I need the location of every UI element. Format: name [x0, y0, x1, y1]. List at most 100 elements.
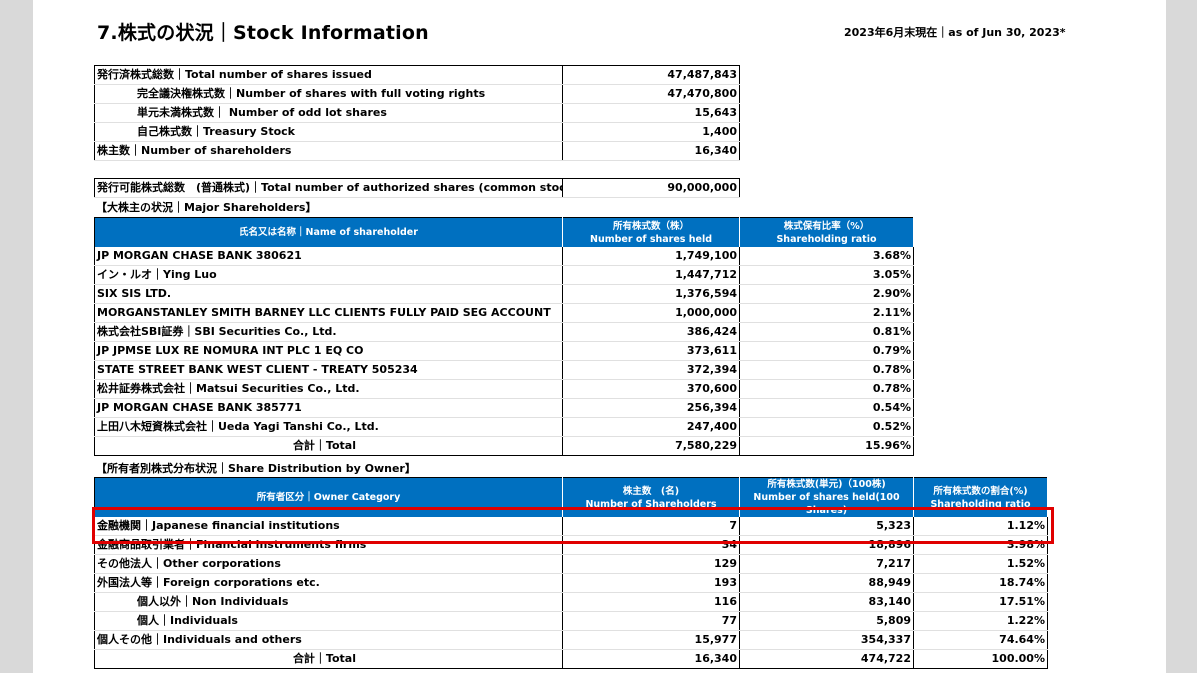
distribution-total-ratio: 100.00%: [991, 652, 1045, 665]
shareholder-name: 上田八木短資株式会社｜Ueda Yagi Tanshi Co., Ltd.: [94, 417, 563, 437]
shareholder-ratio: 0.81%: [739, 322, 914, 342]
owner-category: 外国法人等｜Foreign corporations etc.: [94, 573, 563, 593]
shareholder-ratio: 3.68%: [739, 247, 914, 266]
major-header-name: 氏名又は名称｜Name of shareholder: [94, 217, 563, 247]
shareholder-name: JP MORGAN CHASE BANK 380621: [94, 247, 563, 266]
document-page: 7.株式の状況｜Stock Information 2023年6月末現在｜as …: [33, 0, 1166, 673]
owner-units: 88,949: [739, 573, 914, 593]
shares-row: 株主数｜Number of shareholders 16,340: [94, 141, 740, 161]
shareholder-name: イン・ルオ｜Ying Luo: [94, 265, 563, 285]
authorized-table: 発行可能株式総数 (普通株式)｜Total number of authoriz…: [94, 178, 740, 198]
table-row: 個人｜Individuals 77 5,809 1.22%: [94, 611, 1048, 631]
owner-category: 個人｜Individuals: [94, 611, 563, 631]
page-title: 7.株式の状況｜Stock Information: [97, 22, 429, 44]
table-row: JP JPMSE LUX RE NOMURA INT PLC 1 EQ CO 37…: [94, 341, 914, 361]
table-row: その他法人｜Other corporations 129 7,217 1.52%: [94, 554, 1048, 574]
shareholder-name: 松井証券株式会社｜Matsui Securities Co., Ltd.: [94, 379, 563, 399]
shareholder-name: MORGANSTANLEY SMITH BARNEY LLC CLIENTS F…: [94, 303, 563, 323]
shares-value: 47,487,843: [562, 65, 740, 85]
shareholder-name: JP JPMSE LUX RE NOMURA INT PLC 1 EQ CO: [94, 341, 563, 361]
table-row: 株式会社SBI証券｜SBI Securities Co., Ltd. 386,42…: [94, 322, 914, 342]
header-text: 所有株式数の割合(%): [933, 485, 1028, 497]
shareholder-ratio: 0.79%: [739, 341, 914, 361]
distribution-section-title: 【所有者別株式分布状況｜Share Distribution by Owner】: [96, 462, 416, 475]
owner-holders: 116: [562, 592, 740, 612]
owner-holders: 77: [562, 611, 740, 631]
major-total-label: 合計｜Total: [94, 436, 563, 456]
shares-row: 自己株式数｜Treasury Stock 1,400: [94, 122, 740, 142]
major-total-row: 合計｜Total 7,580,229 15.96%: [94, 436, 914, 456]
major-total-ratio: 15.96%: [865, 439, 911, 452]
table-row: イン・ルオ｜Ying Luo 1,447,712 3.05%: [94, 265, 914, 285]
major-header-row: 氏名又は名称｜Name of shareholder 所有株式数（株） Numbe…: [94, 217, 914, 247]
header-text: Number of shares held: [590, 233, 712, 245]
owner-category: その他法人｜Other corporations: [94, 554, 563, 574]
major-header-ratio: 株式保有比率（%） Shareholding ratio: [739, 217, 914, 247]
shares-label: 発行済株式総数｜Total number of shares issued: [94, 65, 563, 85]
as-of-date: 2023年6月末現在｜as of Jun 30, 2023*: [844, 26, 1066, 39]
owner-ratio: 18.74%: [913, 573, 1048, 593]
header-text: 株式保有比率（%）: [783, 220, 870, 232]
table-row: 上田八木短資株式会社｜Ueda Yagi Tanshi Co., Ltd. 247…: [94, 417, 914, 437]
shares-row: 完全議決権株式数｜Number of shares with full voti…: [94, 84, 740, 104]
header-text: Shareholding ratio: [776, 233, 877, 245]
distribution-total-label: 合計｜Total: [94, 649, 563, 669]
distribution-table: 所有者区分｜Owner Category 株主数 (名) Number of Sh…: [94, 477, 1048, 669]
table-row: JP MORGAN CHASE BANK 385771 256,394 0.54%: [94, 398, 914, 418]
distribution-total-holders: 16,340: [562, 649, 740, 669]
shareholder-shares: 1,376,594: [562, 284, 740, 304]
owner-category: 個人以外｜Non Individuals: [94, 592, 563, 612]
shareholder-shares: 370,600: [562, 379, 740, 399]
shares-row: 単元未満株式数｜ Number of odd lot shares 15,643: [94, 103, 740, 123]
owner-units: 5,809: [739, 611, 914, 631]
shareholder-shares: 247,400: [562, 417, 740, 437]
table-row: 個人以外｜Non Individuals 116 83,140 17.51%: [94, 592, 1048, 612]
header-text: 株主数 (名): [622, 485, 680, 497]
shareholder-shares: 386,424: [562, 322, 740, 342]
table-row: 松井証券株式会社｜Matsui Securities Co., Ltd. 370,…: [94, 379, 914, 399]
table-row: 外国法人等｜Foreign corporations etc. 193 88,949…: [94, 573, 1048, 593]
distribution-total-row: 合計｜Total 16,340 474,722 100.00%: [94, 649, 1048, 669]
owner-holders: 129: [562, 554, 740, 574]
owner-units: 7,217: [739, 554, 914, 574]
major-shareholders-table: 氏名又は名称｜Name of shareholder 所有株式数（株） Numbe…: [94, 217, 914, 456]
header-text: 所有株式数(単元)（100株): [767, 479, 886, 490]
authorized-row: 発行可能株式総数 (普通株式)｜Total number of authoriz…: [94, 178, 740, 198]
owner-ratio: 17.51%: [913, 592, 1048, 612]
shareholder-ratio: 0.78%: [739, 379, 914, 399]
shareholder-shares: 372,394: [562, 360, 740, 380]
shareholder-shares: 373,611: [562, 341, 740, 361]
shares-label: 完全議決権株式数｜Number of shares with full voti…: [94, 84, 563, 104]
shareholder-shares: 1,749,100: [562, 247, 740, 266]
table-row: JP MORGAN CHASE BANK 380621 1,749,100 3.68…: [94, 247, 914, 266]
shares-value: 15,643: [562, 103, 740, 123]
owner-units: 83,140: [739, 592, 914, 612]
shareholder-ratio: 2.90%: [739, 284, 914, 304]
shareholder-name: STATE STREET BANK WEST CLIENT - TREATY 5…: [94, 360, 563, 380]
authorized-value: 90,000,000: [562, 178, 740, 198]
shareholder-ratio: 2.11%: [739, 303, 914, 323]
table-row: 個人その他｜Individuals and others 15,977 354,33…: [94, 630, 1048, 650]
major-header-shares: 所有株式数（株） Number of shares held: [562, 217, 740, 247]
shares-label: 自己株式数｜Treasury Stock: [94, 122, 563, 142]
owner-holders: 15,977: [562, 630, 740, 650]
major-total-shares: 7,580,229: [562, 436, 740, 456]
owner-units: 354,337: [739, 630, 914, 650]
shareholder-shares: 256,394: [562, 398, 740, 418]
shareholder-ratio: 0.52%: [739, 417, 914, 437]
shareholder-ratio: 3.05%: [739, 265, 914, 285]
shareholder-ratio: 0.54%: [739, 398, 914, 418]
owner-ratio: 1.22%: [913, 611, 1048, 631]
authorized-label: 発行可能株式総数 (普通株式)｜Total number of authoriz…: [94, 178, 563, 198]
highlight-box: [92, 507, 1054, 544]
shareholder-name: JP MORGAN CHASE BANK 385771: [94, 398, 563, 418]
distribution-total-units: 474,722: [739, 649, 914, 669]
shares-value: 1,400: [562, 122, 740, 142]
owner-ratio: 74.64%: [913, 630, 1048, 650]
shares-label: 株主数｜Number of shareholders: [94, 141, 563, 161]
shareholder-shares: 1,000,000: [562, 303, 740, 323]
major-section-title: 【大株主の状況｜Major Shareholders】: [96, 201, 317, 214]
shares-row: 発行済株式総数｜Total number of shares issued 47,…: [94, 65, 740, 85]
owner-holders: 193: [562, 573, 740, 593]
shares-table: 発行済株式総数｜Total number of shares issued 47,…: [94, 65, 740, 161]
